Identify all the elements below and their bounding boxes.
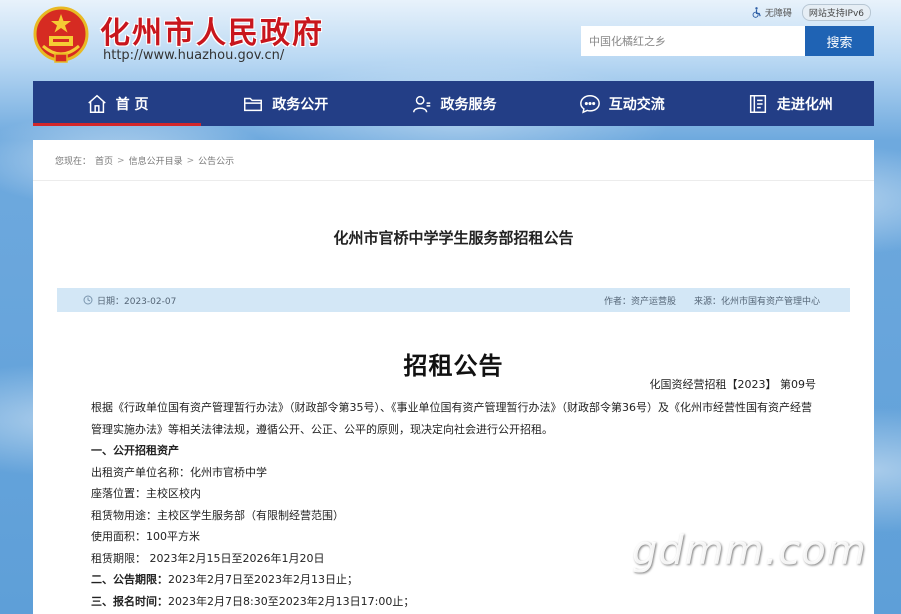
document-number: 化国资经营招租【2023】 第09号 bbox=[649, 378, 817, 391]
nav-item-about-huazhou[interactable]: 走进化州 bbox=[706, 81, 874, 126]
accessibility-label: 无障碍 bbox=[764, 9, 792, 19]
breadcrumb-item-catalog[interactable]: 信息公开目录 bbox=[129, 154, 183, 167]
paragraph-location: 座落位置：主校区校内 bbox=[91, 487, 201, 500]
folder-icon bbox=[244, 97, 263, 111]
paragraph-usage: 租赁物用途：主校区学生服务部（有限制经营范围） bbox=[91, 508, 344, 522]
notice-period-value: 2023年2月7日至2023年2月13日止； bbox=[168, 573, 358, 586]
site-header: 化州市人民政府 http://www.huazhou.gov.cn/ 无障碍 网… bbox=[0, 0, 901, 80]
notice-period-label: 二、公告期限： bbox=[91, 573, 168, 586]
site-title[interactable]: 化州市人民政府 bbox=[100, 8, 324, 52]
main-nav: 首 页 政务公开 政务服务 互动交流 走进化州 bbox=[33, 81, 874, 126]
wheelchair-icon bbox=[752, 7, 761, 18]
ipv6-badge: 网站支持IPv6 bbox=[801, 4, 871, 21]
breadcrumb-separator: > bbox=[186, 155, 195, 166]
section-heading-assets: 一、公开招租资产 bbox=[91, 444, 179, 457]
signup-time-label: 三、报名时间： bbox=[91, 594, 168, 608]
site-url: http://www.huazhou.gov.cn/ bbox=[103, 48, 285, 63]
nav-item-government-affairs[interactable]: 政务公开 bbox=[201, 81, 369, 126]
nav-item-label: 政务服务 bbox=[440, 96, 497, 113]
article-meta-bar: 日期：2023-02-07 作者：资产运营股 来源：化州市国有资产管理中心 bbox=[57, 288, 850, 312]
article-author: 作者：资产运营股 bbox=[603, 296, 676, 307]
national-emblem-icon bbox=[33, 6, 89, 63]
breadcrumb: 您现在： 首页 > 信息公开目录 > 公告公示 bbox=[55, 154, 234, 168]
breadcrumb-item-notices[interactable]: 公告公示 bbox=[198, 154, 234, 167]
nav-item-label: 互动交流 bbox=[608, 96, 665, 113]
paragraph-intro: 根据《行政单位国有资产管理暂行办法》（财政部令第35号）、《事业单位国有资产管理… bbox=[91, 401, 812, 436]
paragraph-unit-name: 出租资产单位名称：化州市官桥中学 bbox=[91, 465, 267, 479]
nav-item-label: 首 页 bbox=[115, 96, 149, 113]
clock-icon bbox=[83, 295, 93, 305]
breadcrumb-prefix: 您现在： bbox=[55, 157, 92, 167]
search-button[interactable]: 搜索 bbox=[805, 26, 874, 56]
article-date-label: 日期：2023-02-07 bbox=[97, 296, 177, 307]
search-input[interactable] bbox=[581, 26, 805, 56]
accessibility-link[interactable]: 无障碍 bbox=[751, 6, 792, 19]
article-source: 来源：化州市国有资产管理中心 bbox=[693, 296, 820, 307]
home-icon bbox=[87, 94, 106, 113]
article-body: 根据《行政单位国有资产管理暂行办法》（财政部令第35号）、《事业单位国有资产管理… bbox=[91, 397, 819, 612]
article-date: 日期：2023-02-07 bbox=[83, 294, 176, 307]
nav-item-services[interactable]: 政务服务 bbox=[369, 81, 537, 126]
watermark: gdmm.com bbox=[632, 528, 867, 574]
nav-item-label: 走进化州 bbox=[776, 96, 833, 113]
search-box: 搜索 bbox=[581, 26, 874, 56]
nav-item-home[interactable]: 首 页 bbox=[33, 81, 202, 126]
article-title: 化州市官桥中学学生服务部招租公告 bbox=[333, 229, 574, 247]
top-links: 无障碍 网站支持IPv6 bbox=[751, 4, 871, 21]
breadcrumb-divider bbox=[33, 180, 874, 181]
user-service-icon bbox=[412, 95, 430, 112]
breadcrumb-item-home[interactable]: 首页 bbox=[95, 154, 113, 167]
breadcrumb-separator: > bbox=[117, 155, 125, 166]
paragraph-signup-time: 三、报名时间：2023年2月7日8:30至2023年2月13日17:00止； bbox=[91, 591, 819, 613]
article-meta-right: 作者：资产运营股 来源：化州市国有资产管理中心 bbox=[604, 294, 820, 307]
book-icon bbox=[749, 94, 766, 113]
chat-icon bbox=[579, 94, 600, 114]
signup-time-value: 2023年2月7日8:30至2023年2月13日17:00止； bbox=[168, 594, 415, 608]
nav-item-interaction[interactable]: 互动交流 bbox=[538, 81, 706, 126]
nav-item-label: 政务公开 bbox=[272, 96, 329, 113]
